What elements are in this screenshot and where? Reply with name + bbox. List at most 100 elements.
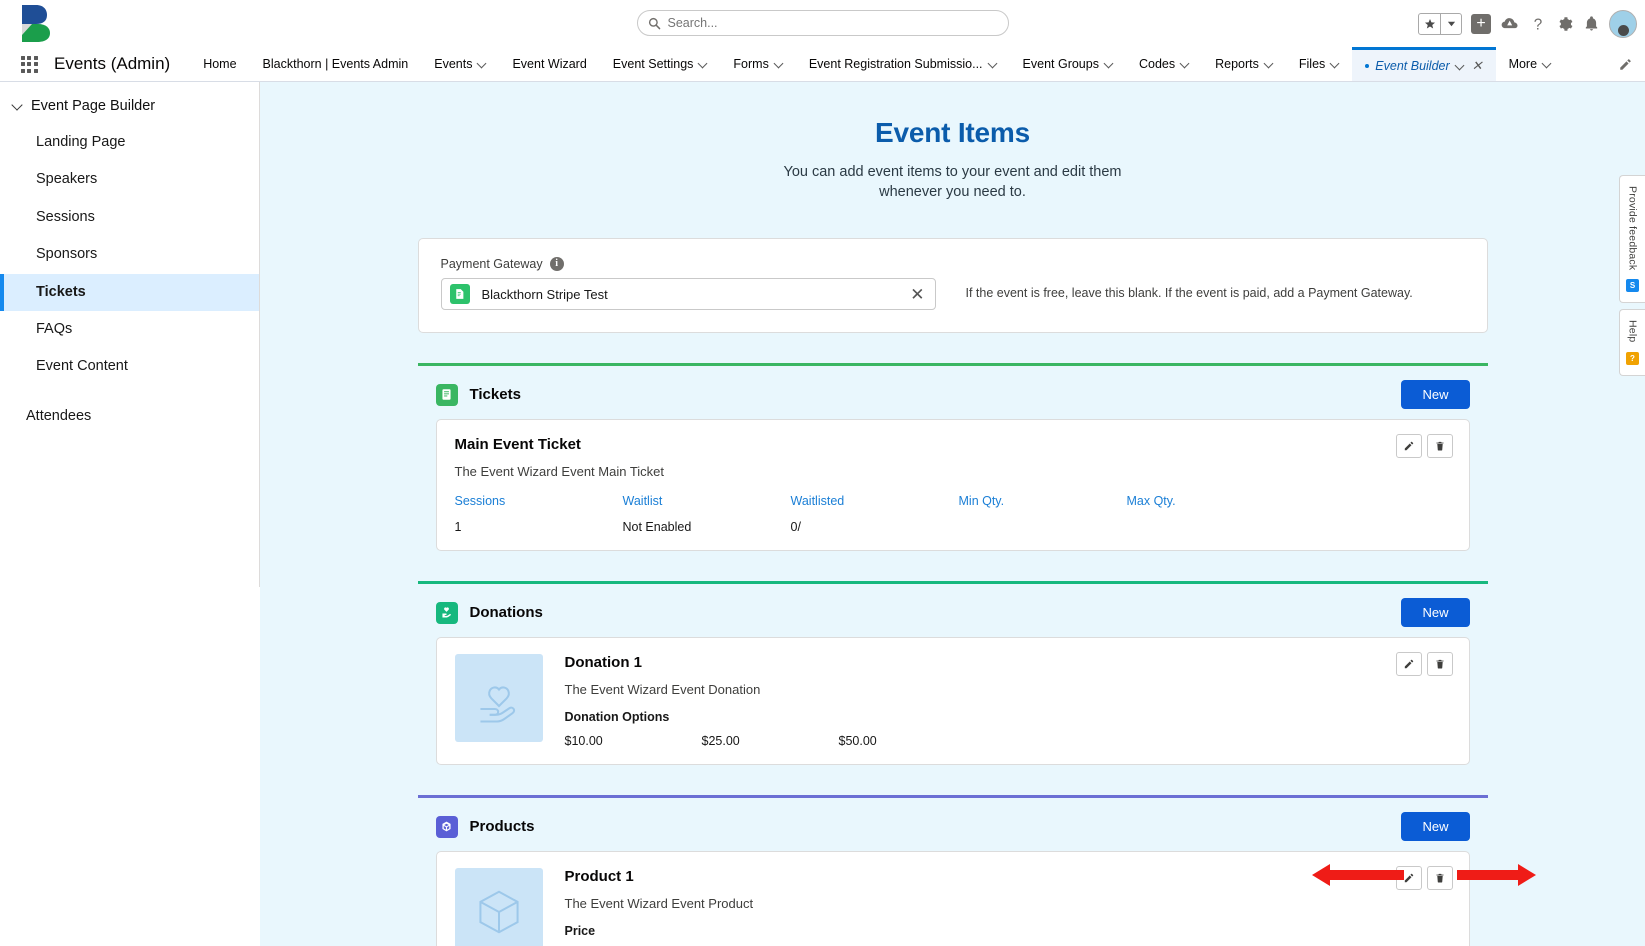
app-name: Events (Admin) [54, 54, 171, 73]
payment-gateway-input[interactable]: Blackthorn Stripe Test ✕ [440, 278, 936, 311]
nav-tab-events[interactable]: Events [421, 47, 499, 81]
edit-donation-button[interactable] [1395, 652, 1422, 677]
column-header[interactable]: Waitlisted [791, 494, 959, 508]
star-icon[interactable] [1419, 14, 1440, 34]
feedback-badge-icon: S [1626, 279, 1639, 293]
delete-ticket-button[interactable] [1426, 434, 1453, 459]
chevron-down-icon [478, 60, 486, 68]
info-icon[interactable]: i [549, 257, 564, 272]
column-header[interactable]: Waitlist [623, 494, 791, 508]
sidebar-item-speakers[interactable]: Speakers [0, 161, 259, 198]
content-area: Payment Gateway i Blackthorn Stripe Test… [417, 238, 1536, 946]
edit-ticket-button[interactable] [1395, 434, 1422, 459]
chevron-down-icon [775, 60, 783, 68]
pencil-icon[interactable] [1618, 47, 1633, 82]
cloud-setup-icon[interactable] [1500, 14, 1520, 34]
sidebar-item-landing-page[interactable]: Landing Page [0, 124, 259, 161]
nav-tab-event-settings[interactable]: Event Settings [600, 47, 721, 81]
delete-donation-button[interactable] [1426, 652, 1453, 677]
product-thumbnail [454, 868, 543, 946]
search-input[interactable] [667, 16, 998, 30]
sidebar-item-sponsors[interactable]: Sponsors [0, 236, 259, 273]
app-launcher-icon[interactable] [12, 47, 46, 81]
table-column-waitlisted: Waitlisted 0/ [791, 494, 959, 534]
nav-tab-home[interactable]: Home [190, 47, 249, 81]
chevron-down-icon [989, 60, 997, 68]
ticket-details-table: Sessions 1 Waitlist Not Enabled Waitlist… [455, 494, 1451, 534]
chevron-down-icon [699, 60, 707, 68]
gear-icon[interactable] [1556, 15, 1574, 33]
column-value [1127, 520, 1295, 534]
chevron-down-icon [1265, 60, 1273, 68]
close-icon[interactable]: ✕ [1472, 58, 1483, 74]
section-title: Tickets [469, 386, 521, 404]
nav-tab-reports[interactable]: Reports [1202, 47, 1286, 81]
nav-tab-event-wizard[interactable]: Event Wizard [499, 47, 599, 81]
favorites-group[interactable] [1418, 12, 1462, 35]
ticket-item-card: Main Event Ticket The Event Wizard Event… [435, 419, 1470, 552]
help-icon[interactable]: ? [1529, 15, 1547, 33]
annotation-arrow-left [1311, 864, 1404, 887]
bell-icon[interactable] [1583, 15, 1600, 32]
new-donation-button[interactable]: New [1401, 598, 1470, 628]
sidebar: Event Page Builder Landing Page Speakers… [0, 82, 260, 587]
nav-tab-codes[interactable]: Codes [1126, 47, 1202, 81]
app-navigation-bar: Events (Admin) Home Blackthorn | Events … [0, 47, 1645, 82]
unsaved-indicator-icon [1365, 63, 1370, 68]
plus-icon: + [1471, 13, 1491, 34]
section-title: Donations [469, 604, 543, 622]
donation-option: $50.00 [838, 734, 877, 749]
item-action-group [1395, 434, 1453, 459]
donation-thumbnail [454, 654, 543, 743]
favorites-dropdown-icon[interactable] [1440, 13, 1461, 34]
help-panel[interactable]: Help ? [1619, 309, 1645, 376]
new-ticket-button[interactable]: New [1401, 380, 1470, 410]
donation-options-label: Donation Options [564, 710, 670, 725]
nav-tab-event-groups[interactable]: Event Groups [1010, 47, 1126, 81]
nav-tab-event-builder[interactable]: Event Builder ✕ [1352, 47, 1496, 81]
sidebar-item-faqs[interactable]: FAQs [0, 311, 259, 348]
item-title: Donation 1 [564, 654, 643, 672]
clear-icon[interactable]: ✕ [908, 286, 926, 303]
section-products: Products New Product 1 The Event Wizard … [417, 795, 1536, 946]
nav-tab-forms[interactable]: Forms [720, 47, 795, 81]
nav-tab-more[interactable]: More [1496, 47, 1564, 81]
provide-feedback-panel[interactable]: Provide feedback S [1619, 175, 1645, 304]
column-header[interactable]: Max Qty. [1127, 494, 1295, 508]
column-header[interactable]: Min Qty. [959, 494, 1127, 508]
global-search[interactable] [636, 10, 1009, 36]
section-title: Products [469, 818, 535, 836]
chevron-down-icon[interactable] [1456, 62, 1464, 70]
chevron-down-icon [1105, 60, 1113, 68]
main-canvas: Event Items You can add event items to y… [260, 82, 1645, 946]
nav-tab-blackthorn-events-admin[interactable]: Blackthorn | Events Admin [250, 47, 422, 81]
help-label[interactable]: Help [1627, 320, 1639, 342]
item-description: The Event Wizard Event Product [564, 896, 754, 912]
add-button[interactable]: + [1471, 13, 1491, 34]
nav-tab-event-registration-submissions[interactable]: Event Registration Submissio... [796, 47, 1010, 81]
avatar[interactable] [1609, 9, 1637, 38]
global-header: + ? [0, 0, 1645, 47]
help-badge-icon: ? [1626, 351, 1639, 365]
sidebar-item-event-content[interactable]: Event Content [0, 348, 259, 385]
column-header[interactable]: Sessions [455, 494, 623, 508]
delete-product-button[interactable] [1426, 866, 1453, 891]
provide-feedback-label[interactable]: Provide feedback [1627, 186, 1639, 270]
section-tickets: Tickets New Main Event Ticket The Event … [417, 363, 1488, 552]
new-product-button[interactable]: New [1401, 812, 1470, 842]
blackthorn-logo[interactable] [16, 2, 56, 44]
donation-options-row: $10.00 $25.00 $50.00 [565, 734, 1451, 748]
item-description: The Event Wizard Event Main Ticket [454, 464, 665, 480]
sidebar-item-attendees[interactable]: Attendees [0, 398, 259, 435]
sidebar-item-tickets[interactable]: Tickets [0, 273, 259, 312]
donation-option: $25.00 [701, 734, 740, 749]
record-document-icon [449, 284, 470, 305]
sidebar-item-sessions[interactable]: Sessions [0, 199, 259, 236]
sidebar-group-event-page-builder[interactable]: Event Page Builder [0, 92, 259, 124]
item-action-group [1395, 866, 1453, 891]
nav-tab-files[interactable]: Files [1286, 47, 1352, 81]
item-action-group [1395, 652, 1453, 677]
donation-item-card: Donation 1 The Event Wizard Event Donati… [435, 637, 1470, 766]
search-icon [648, 17, 660, 29]
svg-text:?: ? [1534, 16, 1543, 33]
